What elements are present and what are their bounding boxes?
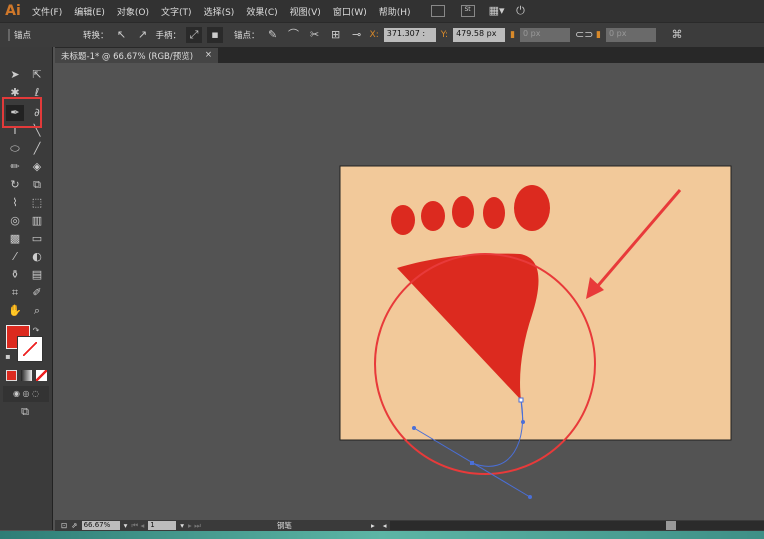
toe-4[interactable] <box>483 197 505 229</box>
zoom-dropdown-icon[interactable]: ▾ <box>124 521 128 530</box>
page-dropdown-icon[interactable]: ▾ <box>180 521 184 530</box>
last-page-icon[interactable]: ▸ ⏭ <box>188 521 201 531</box>
artboard-nav-icon[interactable]: ⊡ <box>61 521 67 530</box>
canvas-artwork <box>339 165 732 499</box>
toe-2[interactable] <box>421 201 445 231</box>
toe-1[interactable] <box>391 205 415 235</box>
handle-point[interactable] <box>412 426 416 430</box>
first-page-icon[interactable]: ⏮ ◂ <box>131 521 144 531</box>
current-tool-label: 钢笔 <box>276 521 292 530</box>
export-icon[interactable]: ⇗ <box>71 521 77 530</box>
zoom-input[interactable]: 66.67% <box>81 521 120 530</box>
scroll-left-icon[interactable]: ◂ <box>383 521 387 530</box>
horizontal-scrollbar[interactable] <box>390 521 764 530</box>
page-input[interactable]: 1 <box>148 521 177 530</box>
scrollbar-thumb[interactable] <box>666 521 677 530</box>
status-bar: ⊡ ⇗ 66.67% ▾ ⏮ ◂ 1 ▾ ▸ ⏭ 钢笔 ▸ ◂ <box>55 520 764 531</box>
anchor-point[interactable] <box>518 397 524 403</box>
toe-3[interactable] <box>452 196 474 228</box>
handle-point[interactable] <box>528 495 532 499</box>
toe-5[interactable] <box>514 185 550 231</box>
handle-point[interactable] <box>521 420 525 424</box>
os-taskbar <box>0 531 764 539</box>
status-menu-icon[interactable]: ▸ <box>371 521 375 530</box>
anchor-point[interactable] <box>470 461 474 465</box>
